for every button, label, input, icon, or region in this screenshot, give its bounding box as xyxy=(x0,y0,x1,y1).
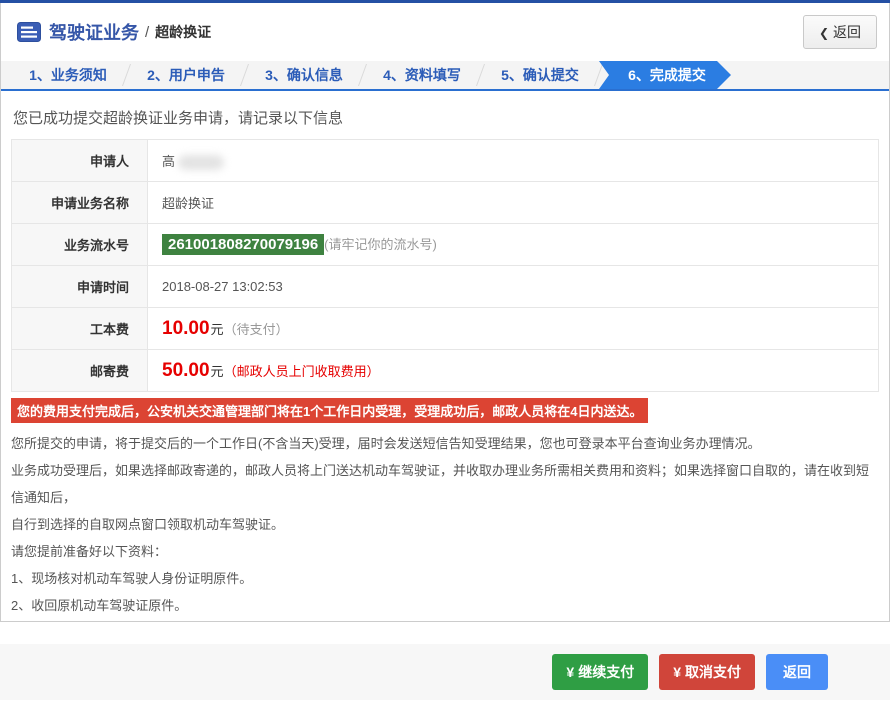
main-panel: 驾驶证业务 / 超龄换证 ❮ 返回 1、业务须知 2、用户申告 3、确认信息 4、… xyxy=(0,3,890,622)
cancel-pay-button[interactable]: ¥取消支付 xyxy=(659,654,755,690)
return-label: 返回 xyxy=(783,664,811,680)
page-title: 驾驶证业务 xyxy=(49,19,139,45)
step-5-confirm-submit: 5、确认提交 xyxy=(481,61,599,89)
success-message: 您已成功提交超龄换证业务申请，请记录以下信息 xyxy=(1,91,889,139)
step-6-complete-active: 6、完成提交 xyxy=(599,61,731,89)
redacted-name-blur xyxy=(178,155,224,170)
row-label: 工本费 xyxy=(12,308,148,350)
flow-number-badge: 261001808270079196 xyxy=(162,234,324,255)
continue-pay-button[interactable]: ¥继续支付 xyxy=(552,654,648,690)
applicant-name: 高 xyxy=(162,154,175,169)
step-1-notice: 1、业务须知 xyxy=(9,61,127,89)
continue-pay-label: 继续支付 xyxy=(578,664,634,680)
row-label: 邮寄费 xyxy=(12,350,148,392)
table-row-production-fee: 工本费 10.00元（待支付） xyxy=(12,308,879,350)
page-subtitle: 超龄换证 xyxy=(155,22,211,42)
postage-fee-note: （邮政人员上门收取费用） xyxy=(224,364,380,379)
chevron-left-icon: ❮ xyxy=(819,26,829,40)
back-button-top[interactable]: ❮ 返回 xyxy=(803,15,877,49)
note-line: 您所提交的申请，将于提交后的一个工作日(不含当天)受理，届时会发送短信告知受理结… xyxy=(11,430,879,457)
return-button[interactable]: 返回 xyxy=(766,654,828,690)
step-2-declare: 2、用户申告 xyxy=(127,61,245,89)
yen-icon: ¥ xyxy=(566,664,574,680)
note-line: 1、现场核对机动车驾驶人身份证明原件。 xyxy=(11,565,879,592)
note-line: 业务成功受理后，如果选择邮政寄递的，邮政人员将上门送达机动车驾驶证，并收取办理业… xyxy=(11,457,879,511)
service-name: 超龄换证 xyxy=(162,196,214,211)
row-value: 10.00元（待支付） xyxy=(148,308,879,350)
footer-actions: ¥继续支付 ¥取消支付 返回 xyxy=(0,644,890,700)
table-row-apply-time: 申请时间 2018-08-27 13:02:53 xyxy=(12,266,879,308)
breadcrumb-separator: / xyxy=(145,24,149,41)
license-list-icon xyxy=(17,22,41,42)
info-table: 申请人 高 申请业务名称 超龄换证 业务流水号 2610018082700791… xyxy=(11,139,879,392)
production-fee-amount: 10.00 xyxy=(162,318,210,339)
row-value: 2018-08-27 13:02:53 xyxy=(148,266,879,308)
fee-unit: 元 xyxy=(211,364,224,379)
breadcrumb: 驾驶证业务 / 超龄换证 xyxy=(17,19,211,45)
table-row-service-name: 申请业务名称 超龄换证 xyxy=(12,182,879,224)
alert-banner-wrap: 您的费用支付完成后，公安机关交通管理部门将在1个工作日内受理，受理成功后，邮政人… xyxy=(1,392,889,423)
yen-icon: ¥ xyxy=(673,664,681,680)
alert-banner: 您的费用支付完成后，公安机关交通管理部门将在1个工作日内受理，受理成功后，邮政人… xyxy=(11,398,648,423)
header: 驾驶证业务 / 超龄换证 ❮ 返回 xyxy=(1,3,889,61)
row-value: 高 xyxy=(148,140,879,182)
table-row-postage-fee: 邮寄费 50.00元（邮政人员上门收取费用） xyxy=(12,350,879,392)
table-row-flow-number: 业务流水号 261001808270079196(请牢记你的流水号) xyxy=(12,224,879,266)
row-value: 261001808270079196(请牢记你的流水号) xyxy=(148,224,879,266)
step-bar: 1、业务须知 2、用户申告 3、确认信息 4、资料填写 5、确认提交 6、完成提… xyxy=(1,61,889,91)
note-line: 2、收回原机动车驾驶证原件。 xyxy=(11,592,879,619)
row-label: 业务流水号 xyxy=(12,224,148,266)
cancel-pay-label: 取消支付 xyxy=(685,664,741,680)
row-value: 50.00元（邮政人员上门收取费用） xyxy=(148,350,879,392)
page: 驾驶证业务 / 超龄换证 ❮ 返回 1、业务须知 2、用户申告 3、确认信息 4、… xyxy=(0,0,890,702)
note-line: 请您提前准备好以下资料： xyxy=(11,538,879,565)
step-4-fill-data: 4、资料填写 xyxy=(363,61,481,89)
table-row-applicant: 申请人 高 xyxy=(12,140,879,182)
step-3-confirm-info: 3、确认信息 xyxy=(245,61,363,89)
production-fee-note: （待支付） xyxy=(224,322,289,337)
note-line: 自行到选择的自取网点窗口领取机动车驾驶证。 xyxy=(11,511,879,538)
flow-number-note: (请牢记你的流水号) xyxy=(324,237,437,252)
apply-time: 2018-08-27 13:02:53 xyxy=(162,279,283,294)
notes-section: 您所提交的申请，将于提交后的一个工作日(不含当天)受理，届时会发送短信告知受理结… xyxy=(1,423,889,622)
row-label: 申请人 xyxy=(12,140,148,182)
row-label: 申请业务名称 xyxy=(12,182,148,224)
row-value: 超龄换证 xyxy=(148,182,879,224)
fee-unit: 元 xyxy=(211,322,224,337)
back-button-label: 返回 xyxy=(833,24,861,40)
postage-fee-amount: 50.00 xyxy=(162,360,210,381)
row-label: 申请时间 xyxy=(12,266,148,308)
